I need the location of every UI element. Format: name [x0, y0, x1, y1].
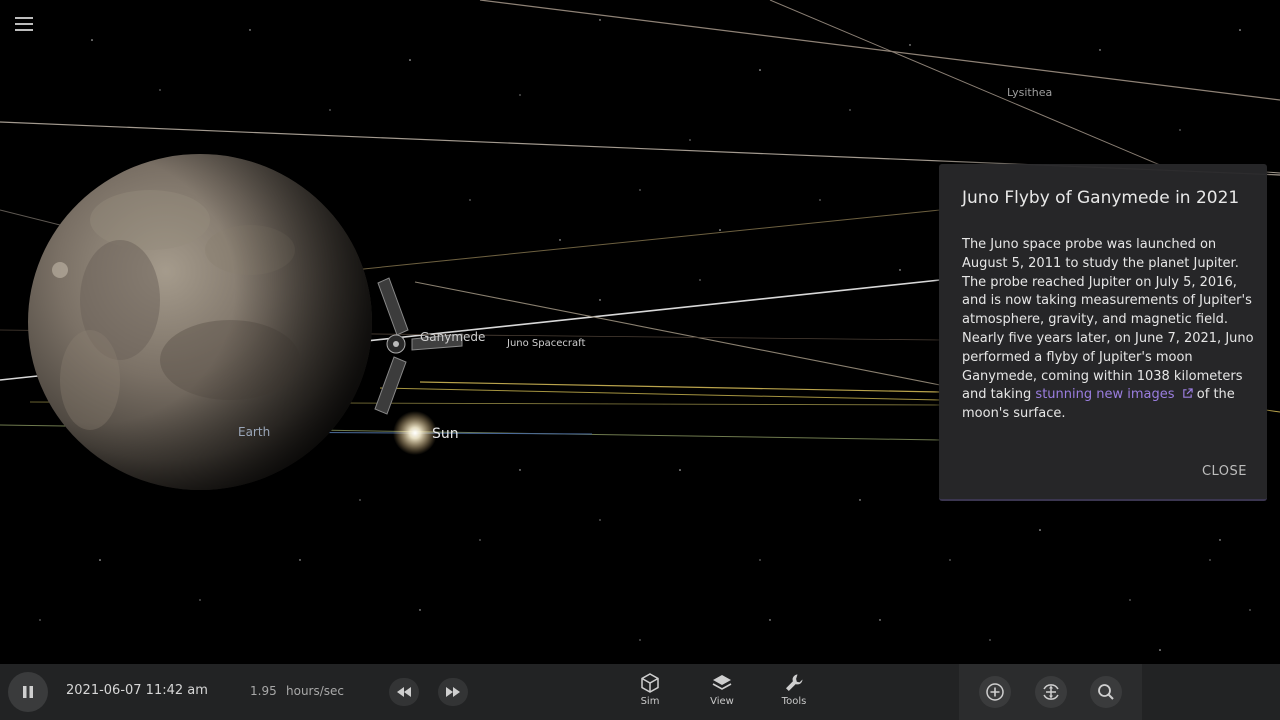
search-button[interactable]: [1090, 676, 1122, 708]
juno-spacecraft-model: [374, 277, 463, 415]
rewind-icon: [397, 687, 411, 697]
fast-forward-icon: [446, 687, 460, 697]
label-ganymede[interactable]: Ganymede: [420, 330, 485, 344]
pause-icon: [23, 686, 33, 698]
sun-glow: [393, 411, 437, 455]
label-sun[interactable]: Sun: [432, 426, 459, 442]
info-panel: Juno Flyby of Ganymede in 2021 The Juno …: [939, 164, 1267, 501]
info-body-text: The Juno space probe was launched on Aug…: [962, 237, 1254, 403]
rewind-button[interactable]: [389, 678, 419, 706]
info-title: Juno Flyby of Ganymede in 2021: [962, 188, 1240, 208]
hamburger-icon: [15, 17, 33, 31]
ganymede-moon: [28, 154, 372, 490]
recenter-icon: [1043, 684, 1059, 700]
nav-sim-label: Sim: [640, 696, 660, 707]
zoom-in-button[interactable]: [979, 676, 1011, 708]
nav-tools[interactable]: Tools: [769, 672, 819, 716]
fast-forward-button[interactable]: [438, 678, 468, 706]
bottom-toolbar: 2021-06-07 11:42 am 1.95 hours/sec Sim V…: [0, 664, 1280, 720]
camera-controls: [959, 664, 1142, 720]
nav-tools-label: Tools: [781, 696, 807, 707]
search-icon: [1098, 684, 1114, 700]
stunning-images-link[interactable]: stunning new images: [1035, 387, 1193, 403]
label-juno-spacecraft[interactable]: Juno Spacecraft: [507, 338, 585, 349]
nav-view[interactable]: View: [697, 672, 747, 716]
nav-sim[interactable]: Sim: [625, 672, 675, 716]
label-earth[interactable]: Earth: [238, 425, 270, 439]
layers-icon: [712, 675, 732, 690]
cube-icon: [641, 673, 659, 693]
recenter-button[interactable]: [1035, 676, 1067, 708]
sim-date-time[interactable]: 2021-06-07 11:42 am: [66, 683, 208, 698]
label-lysithea[interactable]: Lysithea: [1007, 86, 1052, 99]
main-menu-button[interactable]: [10, 10, 38, 38]
time-rate-unit[interactable]: hours/sec: [286, 684, 344, 698]
time-rate-value[interactable]: 1.95: [250, 684, 277, 698]
link-text: stunning new images: [1035, 387, 1175, 403]
nav-view-label: View: [710, 696, 734, 707]
info-body: The Juno space probe was launched on Aug…: [962, 236, 1258, 424]
zoom-in-icon: [986, 683, 1004, 701]
pause-button[interactable]: [8, 672, 48, 712]
close-button[interactable]: CLOSE: [1202, 464, 1247, 479]
wrench-icon: [786, 674, 803, 691]
external-link-icon: [1182, 388, 1193, 399]
